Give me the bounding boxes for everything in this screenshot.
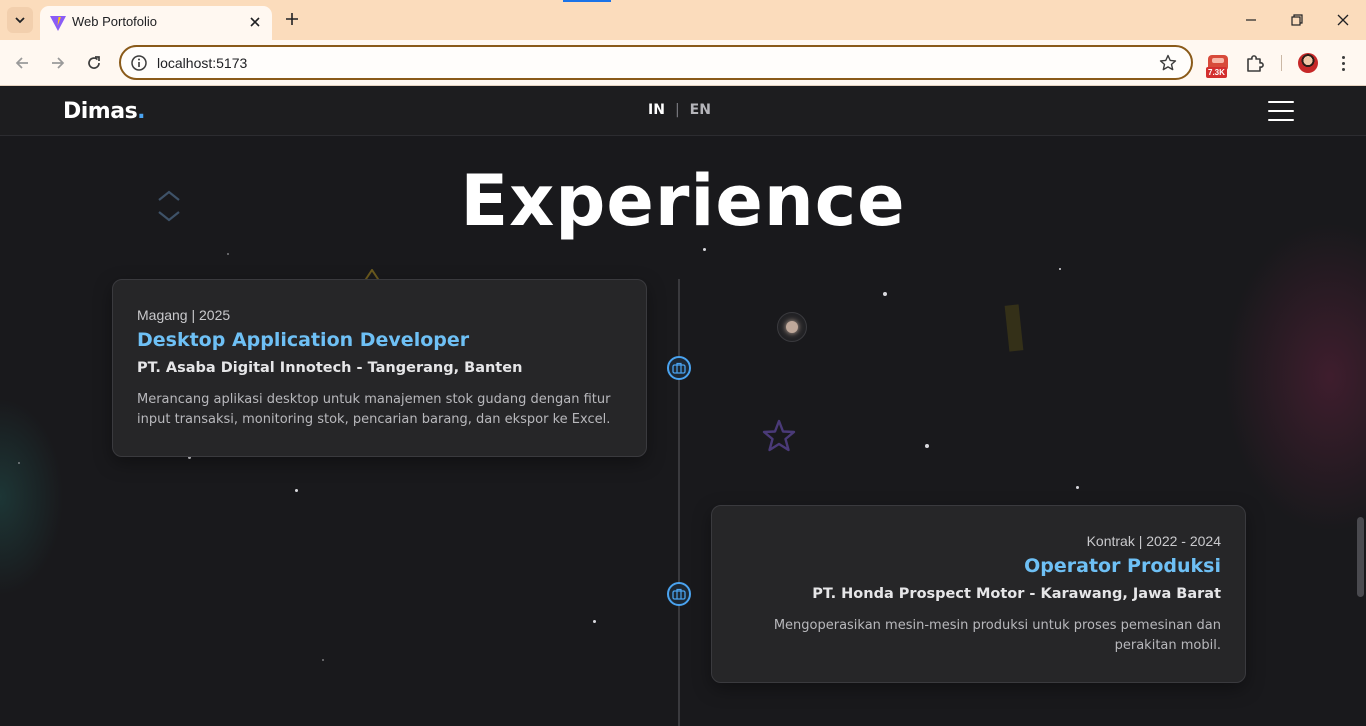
- page-scrollbar[interactable]: [1357, 517, 1364, 597]
- timeline-node: [667, 582, 691, 606]
- experience-role: Operator Produksi: [1024, 555, 1221, 577]
- browser-menu-button[interactable]: [1333, 53, 1353, 73]
- chevron-down-icon: [15, 17, 25, 24]
- tab-close-button[interactable]: [246, 13, 264, 31]
- star-particle: [593, 620, 596, 623]
- experience-card: Magang | 2025 Desktop Application Develo…: [112, 279, 647, 457]
- logo-text: Dimas: [63, 99, 138, 124]
- site-info-icon[interactable]: [130, 54, 148, 72]
- floating-orb: [777, 312, 807, 342]
- tab-strip-indicator: [563, 0, 611, 2]
- experience-meta: Magang | 2025: [137, 307, 231, 323]
- forward-button[interactable]: [45, 50, 71, 76]
- browser-toolbar: localhost:5173 7.3K: [0, 40, 1366, 86]
- star-particle: [1059, 268, 1061, 270]
- tab-title: Web Portofolio: [72, 14, 158, 29]
- reload-icon: [88, 56, 100, 69]
- close-icon: [250, 17, 260, 27]
- timeline-line: [678, 279, 680, 726]
- plus-icon: [286, 13, 298, 25]
- star-particle: [703, 248, 706, 251]
- experience-company: PT. Asaba Digital Innotech - Tangerang, …: [137, 360, 523, 376]
- profile-avatar[interactable]: [1298, 53, 1318, 73]
- star-particle: [227, 253, 229, 255]
- bookmark-star-icon[interactable]: [1159, 54, 1177, 72]
- window-close-button[interactable]: [1320, 0, 1366, 40]
- vite-logo-icon: [50, 16, 66, 31]
- experience-meta: Kontrak | 2022 - 2024: [1086, 533, 1221, 549]
- arrow-right-icon: [52, 57, 65, 69]
- site-header: Dimas. IN | EN: [0, 87, 1366, 136]
- star-particle: [18, 462, 20, 464]
- reload-button[interactable]: [81, 50, 107, 76]
- timeline-node: [667, 356, 691, 380]
- close-icon: [1337, 14, 1349, 26]
- back-button[interactable]: [9, 50, 35, 76]
- lang-separator: |: [674, 102, 680, 118]
- url-text[interactable]: localhost:5173: [157, 55, 247, 71]
- briefcase-icon: [672, 588, 686, 600]
- browser-tab-active[interactable]: Web Portofolio: [40, 6, 272, 40]
- lang-en-button[interactable]: EN: [690, 102, 711, 118]
- arrow-left-icon: [15, 57, 28, 69]
- extension-badge-count: 7.3K: [1206, 67, 1227, 78]
- floating-bar-shape: [1004, 304, 1024, 352]
- experience-company: PT. Honda Prospect Motor - Karawang, Jaw…: [812, 586, 1221, 602]
- window-restore-button[interactable]: [1274, 0, 1320, 40]
- address-bar[interactable]: localhost:5173: [119, 45, 1193, 80]
- section-title: Experience: [460, 160, 906, 242]
- restore-icon: [1291, 14, 1303, 26]
- star-particle: [322, 659, 324, 661]
- new-tab-button[interactable]: [281, 8, 303, 30]
- star-particle: [295, 489, 298, 492]
- star-shape-icon: [762, 419, 796, 452]
- toolbar-divider: [1281, 55, 1282, 71]
- logo-dot: .: [137, 99, 146, 124]
- window-minimize-button[interactable]: [1228, 0, 1274, 40]
- hamburger-icon[interactable]: [1268, 101, 1294, 121]
- tab-search-button[interactable]: [7, 7, 33, 33]
- site-logo[interactable]: Dimas.: [63, 99, 146, 124]
- experience-description: Merancang aplikasi desktop untuk manajem…: [137, 392, 611, 427]
- language-switcher: IN | EN: [648, 102, 711, 118]
- browser-tab-bar: Web Portofolio: [0, 0, 1366, 40]
- minimize-icon: [1246, 19, 1256, 21]
- star-particle: [925, 444, 929, 448]
- briefcase-icon: [672, 362, 686, 374]
- star-particle: [1076, 486, 1079, 489]
- star-particle: [883, 292, 887, 296]
- page-viewport: Dimas. IN | EN Experience Magang | 2025 …: [0, 87, 1366, 726]
- experience-description: Mengoperasikan mesin-mesin produksi untu…: [773, 618, 1221, 653]
- lang-in-button[interactable]: IN: [648, 102, 665, 118]
- extensions-puzzle-icon[interactable]: [1244, 52, 1266, 74]
- experience-role: Desktop Application Developer: [137, 329, 470, 351]
- experience-card: Kontrak | 2022 - 2024 Operator Produksi …: [711, 505, 1246, 683]
